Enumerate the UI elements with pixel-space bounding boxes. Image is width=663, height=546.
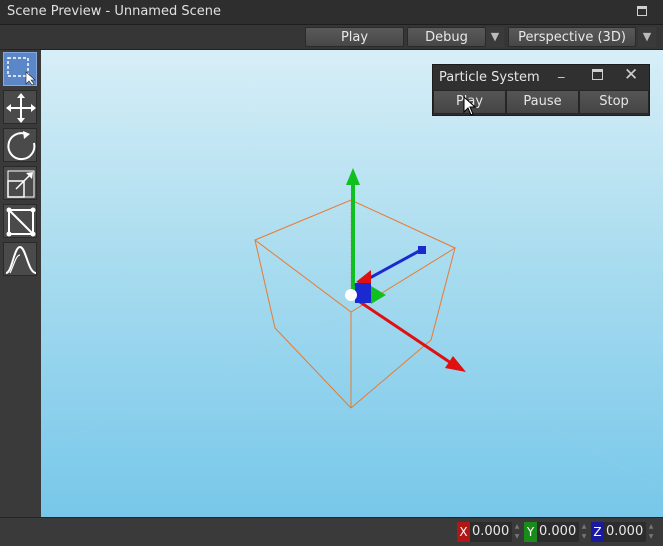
curve-tool-icon <box>5 245 37 274</box>
y-spinner-icon[interactable]: ▲ ▼ <box>580 522 588 542</box>
panel-maximize-icon[interactable] <box>592 69 603 80</box>
y-coordinate-field[interactable]: 0.000 <box>537 522 579 542</box>
rotate-tool-icon <box>7 131 36 161</box>
select-tool-button[interactable] <box>3 52 37 86</box>
window-titlebar: Scene Preview - Unnamed Scene <box>0 0 663 25</box>
debug-button[interactable]: Debug <box>407 27 486 47</box>
scene-canvas <box>41 168 663 491</box>
debug-dropdown-icon[interactable]: ▼ <box>486 27 504 47</box>
x-spinner-icon[interactable]: ▲ ▼ <box>513 522 521 542</box>
particle-system-title: Particle System <box>439 70 540 85</box>
particle-system-panel: Particle System _ ✕ Play Pause Stop <box>432 64 650 116</box>
close-icon[interactable]: ✕ <box>624 65 638 85</box>
perspective-button[interactable]: Perspective (3D) <box>508 27 636 47</box>
scale-tool-icon <box>7 170 35 198</box>
particle-pause-button[interactable]: Pause <box>506 90 579 114</box>
scene-toolbar: Play Debug ▼ Perspective (3D) ▼ <box>0 25 663 50</box>
coordinate-bar: X 0.000 ▲ ▼ Y 0.000 ▲ ▼ Z 0.000 ▲ ▼ <box>0 517 663 546</box>
minimize-icon[interactable]: _ <box>558 64 565 79</box>
window-title: Scene Preview - Unnamed Scene <box>7 4 221 19</box>
scene-viewport[interactable] <box>41 50 663 517</box>
perspective-dropdown-icon[interactable]: ▼ <box>638 27 656 47</box>
rect-transform-tool-icon <box>6 207 36 237</box>
rotate-tool-button[interactable] <box>3 128 37 162</box>
particle-stop-button[interactable]: Stop <box>579 90 649 114</box>
y-axis-gizmo[interactable] <box>346 168 360 290</box>
z-coordinate-field[interactable]: 0.000 <box>604 522 646 542</box>
z-spinner-icon[interactable]: ▲ ▼ <box>647 522 655 542</box>
x-axis-gizmo[interactable] <box>356 298 466 372</box>
rect-transform-tool-button[interactable] <box>3 204 37 238</box>
mouse-cursor-icon <box>463 96 477 116</box>
x-axis-label: X <box>457 522 470 542</box>
z-axis-label: Z <box>591 522 604 542</box>
scale-tool-button[interactable] <box>3 166 37 200</box>
move-tool-button[interactable] <box>3 90 37 124</box>
maximize-icon[interactable] <box>637 6 647 16</box>
curve-tool-button[interactable] <box>3 242 37 276</box>
y-axis-label: Y <box>524 522 537 542</box>
x-coordinate-field[interactable]: 0.000 <box>470 522 512 542</box>
play-button[interactable]: Play <box>305 27 404 47</box>
tool-palette <box>0 50 41 517</box>
move-tool-icon <box>6 93 36 123</box>
select-tool-icon <box>7 57 36 86</box>
